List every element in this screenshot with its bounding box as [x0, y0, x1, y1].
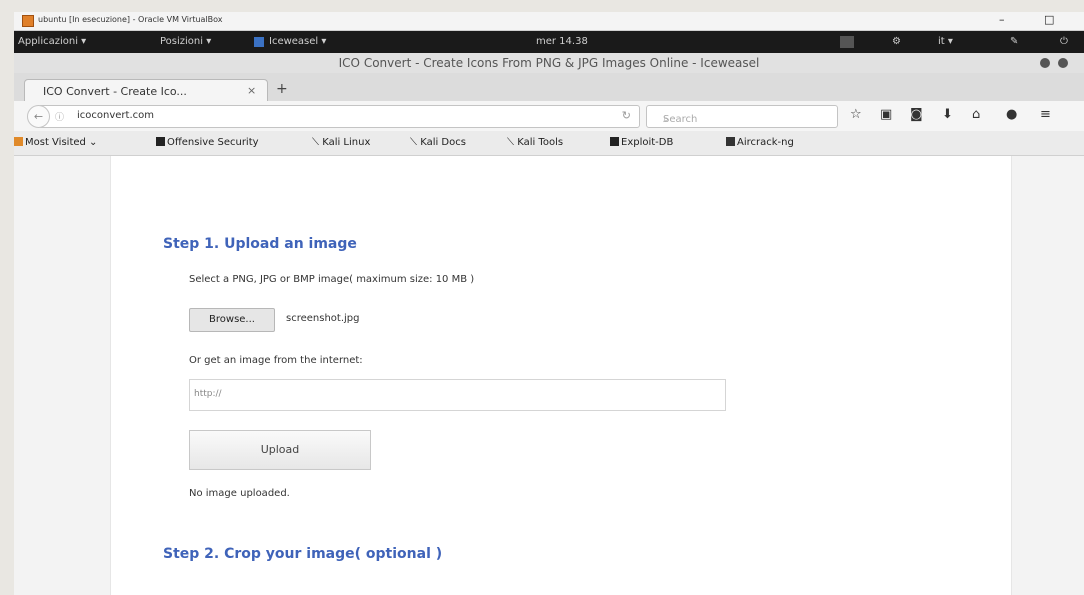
image-url-value: http://: [194, 389, 222, 399]
internet-image-text: Or get an image from the internet:: [189, 355, 363, 366]
search-placeholder: Search: [663, 114, 698, 125]
bookmarks-toolbar: Most Visited ⌄ Offensive Security ⟍ Kali…: [14, 131, 1084, 156]
bookmark-aircrack-ng[interactable]: Aircrack-ng: [726, 137, 794, 148]
clock[interactable]: mer 14.38: [536, 36, 588, 47]
site-identity-icon[interactable]: ⓘ: [55, 110, 64, 123]
menu-icon[interactable]: ≡: [1040, 107, 1051, 122]
tab-close-icon[interactable]: ×: [247, 84, 256, 97]
workspace-icon[interactable]: [840, 36, 854, 48]
maximize-button[interactable]: □: [1044, 13, 1054, 26]
browse-button[interactable]: Browse...: [189, 308, 275, 332]
step2-heading: Step 2. Crop your image( optional ): [163, 546, 443, 562]
kali-icon: ⟍: [410, 137, 421, 148]
offsec-icon: [156, 137, 165, 146]
downloads-icon[interactable]: ⬇: [942, 107, 953, 122]
folder-icon: [14, 137, 23, 146]
new-tab-button[interactable]: +: [276, 81, 288, 97]
bookmark-label: Kali Tools: [517, 137, 564, 148]
tab-label: ICO Convert - Create Ico...: [43, 85, 187, 98]
minimize-button[interactable]: –: [999, 13, 1005, 26]
power-icon[interactable]: ⏻: [1060, 36, 1068, 47]
aircrack-icon: [726, 137, 735, 146]
bookmark-most-visited[interactable]: Most Visited ⌄: [14, 137, 97, 148]
exploitdb-icon: [610, 137, 619, 146]
browser-window-titlebar: ICO Convert - Create Icons From PNG & JP…: [14, 53, 1084, 73]
browser-window-title: ICO Convert - Create Icons From PNG & JP…: [338, 56, 760, 70]
chat-icon[interactable]: ●: [1006, 107, 1017, 122]
url-text: icoconvert.com: [77, 110, 154, 121]
bookmark-kali-tools[interactable]: ⟍ Kali Tools: [507, 137, 563, 148]
tab-icoconvert[interactable]: ICO Convert - Create Ico... ×: [24, 79, 268, 102]
bookmark-label: Aircrack-ng: [737, 137, 794, 148]
url-bar[interactable]: ← ⓘ icoconvert.com ↻: [27, 105, 640, 128]
pen-icon[interactable]: ✎: [1010, 36, 1018, 47]
bookmark-offensive-security[interactable]: Offensive Security: [156, 137, 259, 148]
bookmark-label: Exploit-DB: [621, 137, 674, 148]
accessibility-icon[interactable]: ⚙: [892, 36, 901, 47]
bookmark-label: Most Visited: [25, 137, 86, 148]
search-input[interactable]: ⌕ Search: [646, 105, 838, 128]
main-content: Step 1. Upload an image Select a PNG, JP…: [110, 156, 1012, 595]
bookmarks-menu-icon[interactable]: ▣: [880, 107, 892, 122]
bookmark-star-icon[interactable]: ☆: [850, 107, 862, 122]
kali-icon: ⟍: [507, 137, 518, 148]
minimize-icon[interactable]: [1040, 58, 1050, 68]
language-menu[interactable]: it ▾: [938, 36, 953, 47]
vm-window-titlebar: ubuntu [In esecuzione] - Oracle VM Virtu…: [14, 12, 1084, 31]
gnome-top-bar: Applicazioni ▾ Posizioni ▾ Iceweasel ▾ m…: [14, 31, 1084, 53]
tab-bar: ICO Convert - Create Ico... × +: [14, 73, 1084, 102]
home-icon[interactable]: ⌂: [972, 107, 980, 122]
bookmark-exploit-db[interactable]: Exploit-DB: [610, 137, 673, 148]
kali-icon: ⟍: [312, 137, 323, 148]
vm-window-title: ubuntu [In esecuzione] - Oracle VM Virtu…: [38, 15, 223, 24]
reload-icon[interactable]: ↻: [622, 109, 631, 122]
back-arrow-icon[interactable]: ←: [27, 105, 50, 128]
iceweasel-menu[interactable]: Iceweasel ▾: [269, 36, 326, 47]
applications-menu[interactable]: Applicazioni ▾: [18, 36, 86, 47]
bookmark-label: Offensive Security: [167, 137, 259, 148]
image-url-input[interactable]: http://: [189, 379, 726, 411]
page-viewport: Step 1. Upload an image Select a PNG, JP…: [14, 156, 1084, 595]
virtualbox-icon: [22, 15, 34, 27]
upload-button[interactable]: Upload: [189, 430, 371, 470]
close-icon[interactable]: [1058, 58, 1068, 68]
selected-file-name: screenshot.jpg: [286, 313, 360, 324]
iceweasel-icon: [254, 37, 264, 47]
bookmark-label: Kali Linux: [322, 137, 371, 148]
navigation-bar: ← ⓘ icoconvert.com ↻ ⌕ Search ☆ ▣ ◙ ⬇ ⌂ …: [14, 101, 1084, 132]
select-image-text: Select a PNG, JPG or BMP image( maximum …: [189, 274, 475, 285]
step1-heading: Step 1. Upload an image: [163, 236, 357, 252]
upload-status: No image uploaded.: [189, 488, 290, 499]
places-menu[interactable]: Posizioni ▾: [160, 36, 211, 47]
bookmark-kali-docs[interactable]: ⟍ Kali Docs: [410, 137, 466, 148]
pocket-icon[interactable]: ◙: [910, 107, 923, 122]
bookmark-kali-linux[interactable]: ⟍ Kali Linux: [312, 137, 370, 148]
bookmark-label: Kali Docs: [420, 137, 466, 148]
